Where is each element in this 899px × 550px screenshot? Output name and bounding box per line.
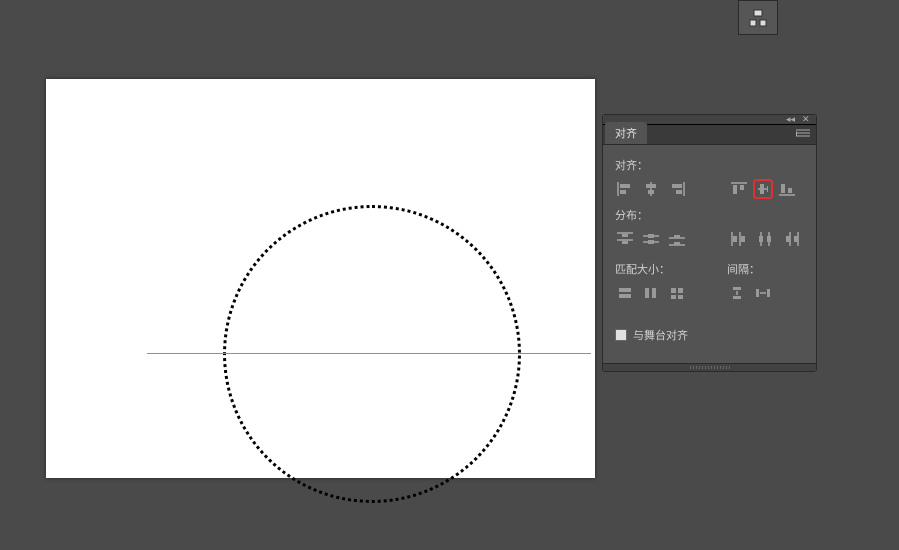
align-left-icon[interactable] <box>615 179 635 199</box>
stage-canvas[interactable] <box>46 79 595 478</box>
distribute-right-icon[interactable] <box>781 229 801 249</box>
stage-align-row[interactable]: 与舞台对齐 <box>615 327 804 343</box>
tab-align[interactable]: 对齐 <box>605 122 647 144</box>
panel-tabs: 对齐 <box>603 125 816 145</box>
align-hcenter-icon[interactable] <box>641 179 661 199</box>
stage-align-label: 与舞台对齐 <box>633 327 688 343</box>
align-top-icon[interactable] <box>729 179 749 199</box>
close-icon[interactable]: ✕ <box>802 115 812 125</box>
align-panel: ◂◂ ✕ 对齐 对齐： 分布： <box>602 114 817 372</box>
match-size-label: 匹配大小： <box>615 261 687 277</box>
distribute-left-icon[interactable] <box>729 229 749 249</box>
circle-shape[interactable] <box>223 205 521 503</box>
align-right-icon[interactable] <box>667 179 687 199</box>
match-both-icon[interactable] <box>667 283 687 303</box>
spacing-label: 间隔： <box>727 261 773 277</box>
align-vcenter-icon[interactable] <box>753 179 773 199</box>
align-label: 对齐： <box>615 157 804 173</box>
distribute-top-icon[interactable] <box>615 229 635 249</box>
space-vertical-icon[interactable] <box>727 283 747 303</box>
match-height-icon[interactable] <box>641 283 661 303</box>
collapse-icon[interactable]: ◂◂ <box>786 115 796 125</box>
distribute-bottom-icon[interactable] <box>667 229 687 249</box>
panel-resize-handle[interactable] <box>603 363 816 371</box>
align-tool-icon <box>748 8 768 28</box>
panel-body: 对齐： 分布： 匹配大小： <box>603 145 816 363</box>
resize-grip-icon <box>690 366 730 369</box>
match-width-icon[interactable] <box>615 283 635 303</box>
distribute-vcenter-icon[interactable] <box>641 229 661 249</box>
distribute-hcenter-icon[interactable] <box>755 229 775 249</box>
align-panel-button[interactable] <box>738 0 778 35</box>
align-bottom-icon[interactable] <box>777 179 797 199</box>
stage-align-checkbox[interactable] <box>615 329 627 341</box>
panel-menu-icon[interactable] <box>796 129 810 139</box>
line-shape[interactable] <box>147 353 591 354</box>
distribute-label: 分布： <box>615 207 804 223</box>
space-horizontal-icon[interactable] <box>753 283 773 303</box>
